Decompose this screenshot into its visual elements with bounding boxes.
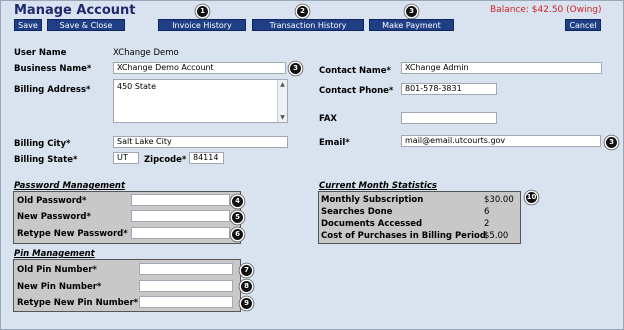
billing-address-label: Billing Address* xyxy=(14,85,91,95)
retype-password-field[interactable] xyxy=(131,227,230,239)
new-password-field[interactable] xyxy=(131,210,230,222)
old-pin-label: Old Pin Number* xyxy=(17,265,97,275)
email-field[interactable]: mail@email.utcourts.gov xyxy=(401,135,601,147)
stats-section-title: Current Month Statistics xyxy=(319,181,437,191)
contact-phone-label: Contact Phone* xyxy=(319,86,394,96)
billing-state-field[interactable]: UT xyxy=(113,152,139,164)
old-pin-field[interactable] xyxy=(139,263,233,275)
zipcode-label: Zipcode* xyxy=(144,155,187,165)
callout-marker: 7 xyxy=(241,265,252,276)
cancel-button[interactable]: Cancel xyxy=(565,19,601,31)
stat-value: 6 xyxy=(484,207,490,217)
callout-marker: 9 xyxy=(241,298,252,309)
billing-address-value: 450 State xyxy=(117,82,156,91)
scroll-up-icon[interactable]: ▲ xyxy=(279,81,286,88)
stat-value: $30.00 xyxy=(484,195,514,205)
user-name-value: XChange Demo xyxy=(113,48,179,58)
textarea-scrollbar[interactable]: ▲ ▼ xyxy=(277,80,287,122)
retype-pin-field[interactable] xyxy=(139,296,233,308)
callout-marker: 4 xyxy=(232,196,243,207)
stat-label: Documents Accessed xyxy=(321,219,423,229)
email-label: Email* xyxy=(319,138,350,148)
pin-section-title: Pin Management xyxy=(14,249,95,259)
zipcode-field[interactable]: 84114 xyxy=(189,152,224,164)
billing-city-label: Billing City* xyxy=(14,139,71,149)
fax-field[interactable] xyxy=(401,112,497,124)
new-pin-field[interactable] xyxy=(139,280,233,292)
make-payment-button[interactable]: Make Payment xyxy=(369,19,454,31)
stat-value: $5.00 xyxy=(484,231,509,241)
callout-marker: 6 xyxy=(232,229,243,240)
billing-city-field[interactable]: Salt Lake City xyxy=(113,136,288,148)
stat-label: Monthly Subscription xyxy=(321,195,424,205)
business-name-label: Business Name* xyxy=(14,64,92,74)
retype-password-label: Retype New Password* xyxy=(17,229,128,239)
callout-marker: 10 xyxy=(526,192,537,203)
callout-marker: 3 xyxy=(290,63,301,74)
callout-marker: 5 xyxy=(232,212,243,223)
page-title: Manage Account xyxy=(14,3,136,18)
retype-pin-label: Retype New Pin Number* xyxy=(17,298,139,308)
old-password-field[interactable] xyxy=(131,194,230,206)
billing-address-field[interactable]: 450 State ▲ ▼ xyxy=(113,79,288,123)
callout-marker: 8 xyxy=(241,281,252,292)
stat-value: 2 xyxy=(484,219,490,229)
user-name-label: User Name xyxy=(14,48,67,58)
callout-marker: 3 xyxy=(606,137,617,148)
callout-marker: 1 xyxy=(197,6,208,17)
contact-phone-field[interactable]: 801-578-3831 xyxy=(401,83,497,95)
new-pin-label: New Pin Number* xyxy=(17,282,102,292)
contact-name-label: Contact Name* xyxy=(319,66,391,76)
old-password-label: Old Password* xyxy=(17,196,87,206)
stat-label: Cost of Purchases in Billing Period xyxy=(321,231,486,241)
save-close-button[interactable]: Save & Close xyxy=(47,19,125,31)
callout-marker: 3 xyxy=(406,6,417,17)
new-password-label: New Password* xyxy=(17,212,91,222)
scroll-down-icon[interactable]: ▼ xyxy=(279,114,286,121)
fax-label: FAX xyxy=(319,114,337,124)
stat-label: Searches Done xyxy=(321,207,393,217)
contact-name-field[interactable]: XChange Admin xyxy=(401,62,602,74)
billing-state-label: Billing State* xyxy=(14,155,78,165)
balance-status: Balance: $42.50 (Owing) xyxy=(490,5,602,15)
business-name-field[interactable]: XChange Demo Account xyxy=(113,62,286,74)
invoice-history-button[interactable]: Invoice History xyxy=(158,19,246,31)
save-button[interactable]: Save xyxy=(14,19,42,31)
transaction-history-button[interactable]: Transaction History xyxy=(252,19,364,31)
callout-marker: 2 xyxy=(297,6,308,17)
password-section-title: Password Management xyxy=(14,181,126,191)
